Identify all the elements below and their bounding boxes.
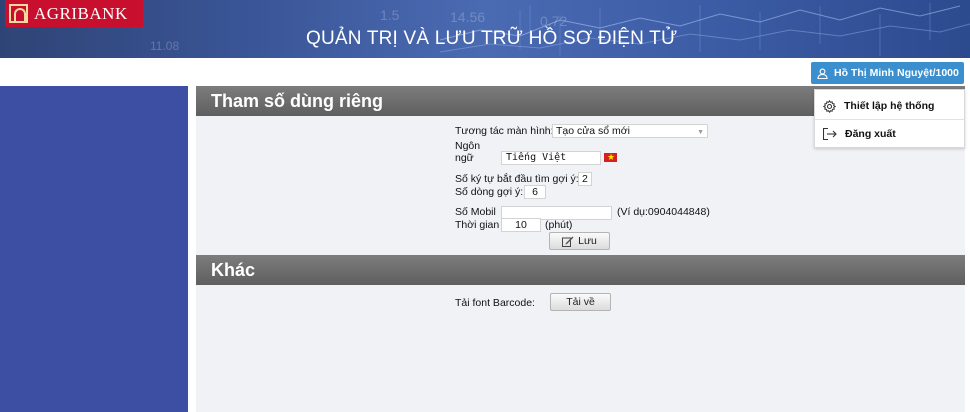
gear-icon	[823, 99, 836, 113]
suggest-chars-label: Số ký tự bắt đầu tìm gợi ý:	[455, 173, 579, 185]
language-label-line1: Ngôn	[455, 140, 481, 152]
user-dropdown-menu: Thiết lập hệ thống Đăng xuất	[814, 89, 965, 148]
logout-icon	[823, 128, 837, 140]
suggest-rows-input[interactable]: 6	[524, 185, 546, 199]
header-banner: 1.5 14.56 0.72 11.08 AGRIBANK QUẢN TRỊ V…	[0, 0, 970, 58]
edit-icon	[562, 236, 574, 247]
app-title: QUẢN TRỊ VÀ LƯU TRỮ HỒ SƠ ĐIỆN TỬ	[306, 28, 678, 49]
language-value: Tiếng Việt	[506, 152, 567, 163]
menu-item-label: Đăng xuất	[845, 128, 896, 140]
time-label: Thời gian	[455, 219, 500, 231]
screen-interaction-value: Tạo cửa sổ mới	[556, 125, 631, 137]
left-sidebar	[0, 86, 188, 412]
menu-item-label: Thiết lập hệ thống	[844, 100, 935, 112]
section-other-header: Khác	[196, 255, 965, 285]
download-barcode-button[interactable]: Tải về	[550, 293, 611, 311]
user-name: Hồ Thị Minh Nguyệt/1000	[834, 67, 959, 79]
svg-text:1.5: 1.5	[380, 7, 400, 23]
agribank-logo[interactable]: AGRIBANK	[5, 0, 143, 27]
svg-text:0.72: 0.72	[540, 13, 567, 29]
save-button[interactable]: Lưu	[549, 232, 610, 250]
time-input[interactable]: 10	[501, 218, 541, 232]
svg-text:14.56: 14.56	[450, 9, 485, 25]
mobile-hint: (Ví dụ:0904044848)	[617, 206, 710, 218]
agribank-logo-mark-icon	[9, 4, 28, 23]
chevron-down-icon: ▼	[697, 129, 704, 136]
save-button-label: Lưu	[578, 235, 597, 247]
user-menu-button[interactable]: Hồ Thị Minh Nguyệt/1000	[811, 62, 964, 84]
suggest-rows-label: Số dòng gợi ý:	[455, 186, 524, 198]
vietnam-flag-icon: ★	[604, 152, 617, 162]
user-icon	[817, 68, 828, 79]
language-label-line2: ngữ	[455, 152, 474, 164]
screen-interaction-select[interactable]: Tạo cửa sổ mới ▼	[552, 124, 708, 138]
barcode-font-label: Tải font Barcode:	[455, 297, 535, 309]
logo-text: AGRIBANK	[34, 3, 128, 23]
svg-text:11.08: 11.08	[150, 39, 179, 53]
mobile-label: Số Mobil	[455, 206, 496, 218]
suggest-chars-input[interactable]: 2	[578, 172, 592, 186]
screen-interaction-label: Tương tác màn hình:	[455, 125, 554, 137]
time-unit: (phút)	[545, 219, 573, 231]
menu-item-logout[interactable]: Đăng xuất	[815, 120, 964, 148]
menu-item-system-settings[interactable]: Thiết lập hệ thống	[815, 92, 964, 120]
language-select[interactable]: Tiếng Việt	[501, 151, 601, 165]
